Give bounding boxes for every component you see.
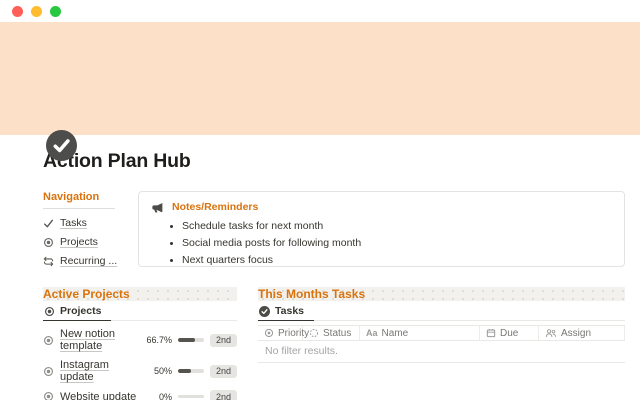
target-icon [43,335,54,346]
tasks-tabbar: Tasks [258,305,625,321]
column-header-assign[interactable]: Assign [539,326,625,340]
rank-badge: 2nd [209,364,237,378]
project-page-link[interactable]: Website update [60,391,142,400]
tasks-table-header: Priority Status Aa Name Due Assign [258,325,625,341]
target-icon [43,391,54,400]
callout-title: Notes/Reminders [172,201,259,213]
nav-link-label: Recurring ... [60,255,118,267]
active-projects-heading: Active Projects [43,287,237,301]
progress-percent: 50% [153,366,172,376]
zoom-window-button[interactable] [50,5,61,17]
project-page-link[interactable]: Instagram update [60,359,142,383]
this-months-tasks-heading: This Months Tasks [258,287,625,301]
progress-bar [177,394,204,399]
column-header-priority[interactable]: Priority [258,326,309,340]
this-months-tasks-section: This Months Tasks Tasks Priority Status … [258,287,625,400]
callout-bullet: Schedule tasks for next month [182,220,612,232]
projects-tabbar: Projects [43,305,237,321]
callout-bullet: Next quarters focus [182,254,612,266]
progress-bar [177,369,204,373]
nav-link-recurring[interactable]: Recurring ... [43,255,128,267]
navigation-heading: Navigation [43,191,100,203]
column-label: Name [381,327,409,339]
callout-bullet: Social media posts for following month [182,237,612,249]
notes-reminders-callout: Notes/Reminders Schedule tasks for next … [138,191,625,267]
progress-percent: 66.7% [146,335,172,345]
repeat-icon [43,256,54,267]
check-circle-icon [259,305,270,317]
target-icon [44,306,55,317]
project-page-link[interactable]: New notion template [60,328,142,352]
progress-bar [177,338,204,342]
nav-link-tasks[interactable]: Tasks [43,217,128,229]
minimize-window-button[interactable] [31,5,42,17]
close-window-button[interactable] [12,5,23,17]
project-row: Instagram update 50% 2nd [43,359,237,383]
status-icon [309,328,319,338]
project-row: New notion template 66.7% 2nd [43,328,237,352]
column-header-due[interactable]: Due [480,326,539,340]
column-label: Status [323,327,352,339]
megaphone-icon [151,202,164,213]
column-header-status[interactable]: Status [303,326,360,340]
tab-label: Tasks [275,305,304,317]
target-icon [43,366,54,377]
column-label: Due [500,327,519,339]
column-label: Assign [561,327,592,339]
people-icon [545,328,557,338]
check-icon [43,218,54,229]
nav-link-label: Tasks [60,217,87,229]
tab-projects[interactable]: Projects [43,305,112,321]
tab-label: Projects [60,305,102,317]
page-cover[interactable] [0,22,640,135]
nav-link-projects[interactable]: Projects [43,236,128,248]
rank-badge: 2nd [209,333,237,347]
progress-percent: 0% [158,391,172,400]
rank-badge: 2nd [209,390,237,400]
page-title: Action Plan Hub [43,150,191,172]
divider [43,208,115,209]
no-filter-results-message: No filter results. [258,341,625,363]
active-projects-section: Active Projects Projects New notion temp… [43,287,237,400]
calendar-icon [486,328,496,338]
navigation-section: Navigation Tasks Projects Recurring ... [43,191,128,274]
target-icon [43,237,54,248]
window-titlebar [0,0,640,22]
tab-tasks[interactable]: Tasks [258,305,314,321]
select-icon [264,328,274,338]
project-row: Website update 0% 2nd [43,390,237,400]
nav-link-label: Projects [60,236,98,248]
check-circle-page-icon[interactable] [46,130,77,161]
page-content: Action Plan Hub Navigation Tasks Project… [43,130,625,400]
text-icon: Aa [366,328,378,338]
callout-bullet-list: Schedule tasks for next month Social med… [151,220,612,266]
column-header-name[interactable]: Aa Name [360,326,480,340]
